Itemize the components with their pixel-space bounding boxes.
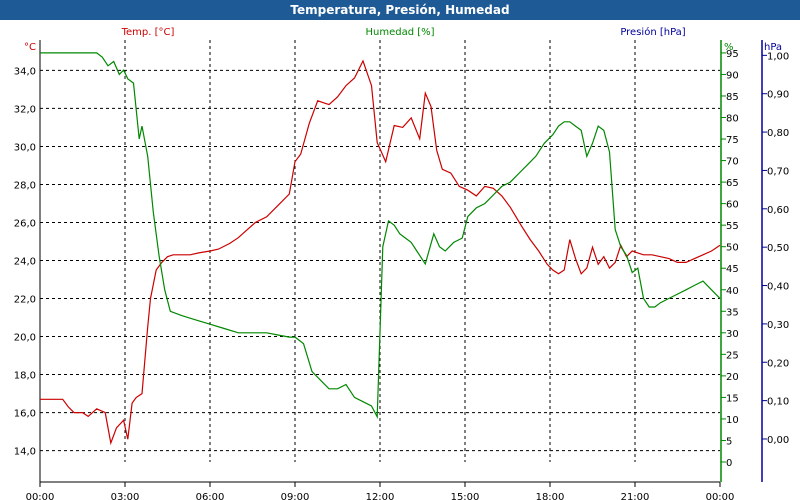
hum-series-label: Humedad [%] bbox=[365, 27, 434, 38]
hum-tick-label: 55 bbox=[726, 221, 739, 232]
pres-tick-label: 0,00 bbox=[767, 435, 789, 446]
hum-tick-label: 35 bbox=[726, 307, 739, 318]
hum-tick-label: 50 bbox=[726, 243, 739, 254]
x-tick-time: 15:00 bbox=[451, 492, 480, 500]
temp-tick-label: 26,0 bbox=[14, 218, 36, 229]
pres-tick-label: 0,30 bbox=[767, 320, 789, 331]
temp-tick-label: 32,0 bbox=[14, 104, 36, 115]
hum-tick-label: 5 bbox=[726, 436, 732, 447]
pres-unit-label: hPa bbox=[764, 42, 782, 53]
temp-unit-label: °C bbox=[24, 42, 36, 53]
hum-tick-label: 75 bbox=[726, 135, 739, 146]
hum-tick-label: 0 bbox=[726, 458, 732, 469]
temp-series-label: Temp. [°C] bbox=[121, 27, 175, 38]
x-tick-time: 00:00 bbox=[26, 492, 55, 500]
temp-tick-label: 20,0 bbox=[14, 333, 36, 344]
hum-unit-label: % bbox=[724, 42, 734, 53]
x-tick-time: 03:00 bbox=[111, 492, 140, 500]
labels: 00:0006/08/2503:0006/08/2506:0006/08/250… bbox=[14, 26, 790, 500]
pres-series-label: Presión [hPa] bbox=[620, 26, 685, 38]
pres-tick-label: 0,70 bbox=[767, 166, 789, 177]
temp-tick-label: 18,0 bbox=[14, 371, 36, 382]
x-tick-time: 18:00 bbox=[536, 492, 565, 500]
hum-tick-label: 65 bbox=[726, 178, 739, 189]
hum-tick-label: 15 bbox=[726, 393, 739, 404]
pres-tick-label: 0,40 bbox=[767, 282, 789, 293]
pres-tick-label: 0,90 bbox=[767, 90, 789, 101]
x-tick-time: 06:00 bbox=[196, 492, 225, 500]
hum-tick-label: 20 bbox=[726, 372, 739, 383]
hum-tick-label: 30 bbox=[726, 329, 739, 340]
window-title: Temperatura, Presión, Humedad bbox=[0, 0, 800, 20]
hum-tick-label: 25 bbox=[726, 350, 739, 361]
temp-tick-label: 24,0 bbox=[14, 257, 36, 268]
x-tick-time: 00:00 bbox=[706, 492, 735, 500]
hum-tick-label: 10 bbox=[726, 415, 739, 426]
temp-tick-label: 28,0 bbox=[14, 180, 36, 191]
temp-tick-label: 16,0 bbox=[14, 409, 36, 420]
hum-tick-label: 40 bbox=[726, 286, 739, 297]
hum-tick-label: 45 bbox=[726, 264, 739, 275]
pres-tick-label: 0,80 bbox=[767, 128, 789, 139]
pres-tick-label: 0,60 bbox=[767, 205, 789, 216]
temp-tick-label: 30,0 bbox=[14, 142, 36, 153]
pres-tick-label: 0,50 bbox=[767, 243, 789, 254]
hum-tick-label: 80 bbox=[726, 114, 739, 125]
x-tick-time: 12:00 bbox=[366, 492, 395, 500]
x-tick-time: 09:00 bbox=[281, 492, 310, 500]
pres-tick-label: 0,20 bbox=[767, 358, 789, 369]
temp-tick-label: 34,0 bbox=[14, 66, 36, 77]
x-tick-time: 21:00 bbox=[621, 492, 650, 500]
hum-tick-label: 60 bbox=[726, 200, 739, 211]
axes bbox=[39, 40, 767, 487]
grid bbox=[40, 40, 720, 462]
temp-tick-label: 22,0 bbox=[14, 295, 36, 306]
chart-area: 00:0006/08/2503:0006/08/2506:0006/08/250… bbox=[14, 26, 790, 500]
hum-tick-label: 85 bbox=[726, 92, 739, 103]
pres-tick-label: 0,10 bbox=[767, 397, 789, 408]
temp-tick-label: 14,0 bbox=[14, 447, 36, 458]
hum-tick-label: 70 bbox=[726, 157, 739, 168]
hum-tick-label: 90 bbox=[726, 70, 739, 81]
